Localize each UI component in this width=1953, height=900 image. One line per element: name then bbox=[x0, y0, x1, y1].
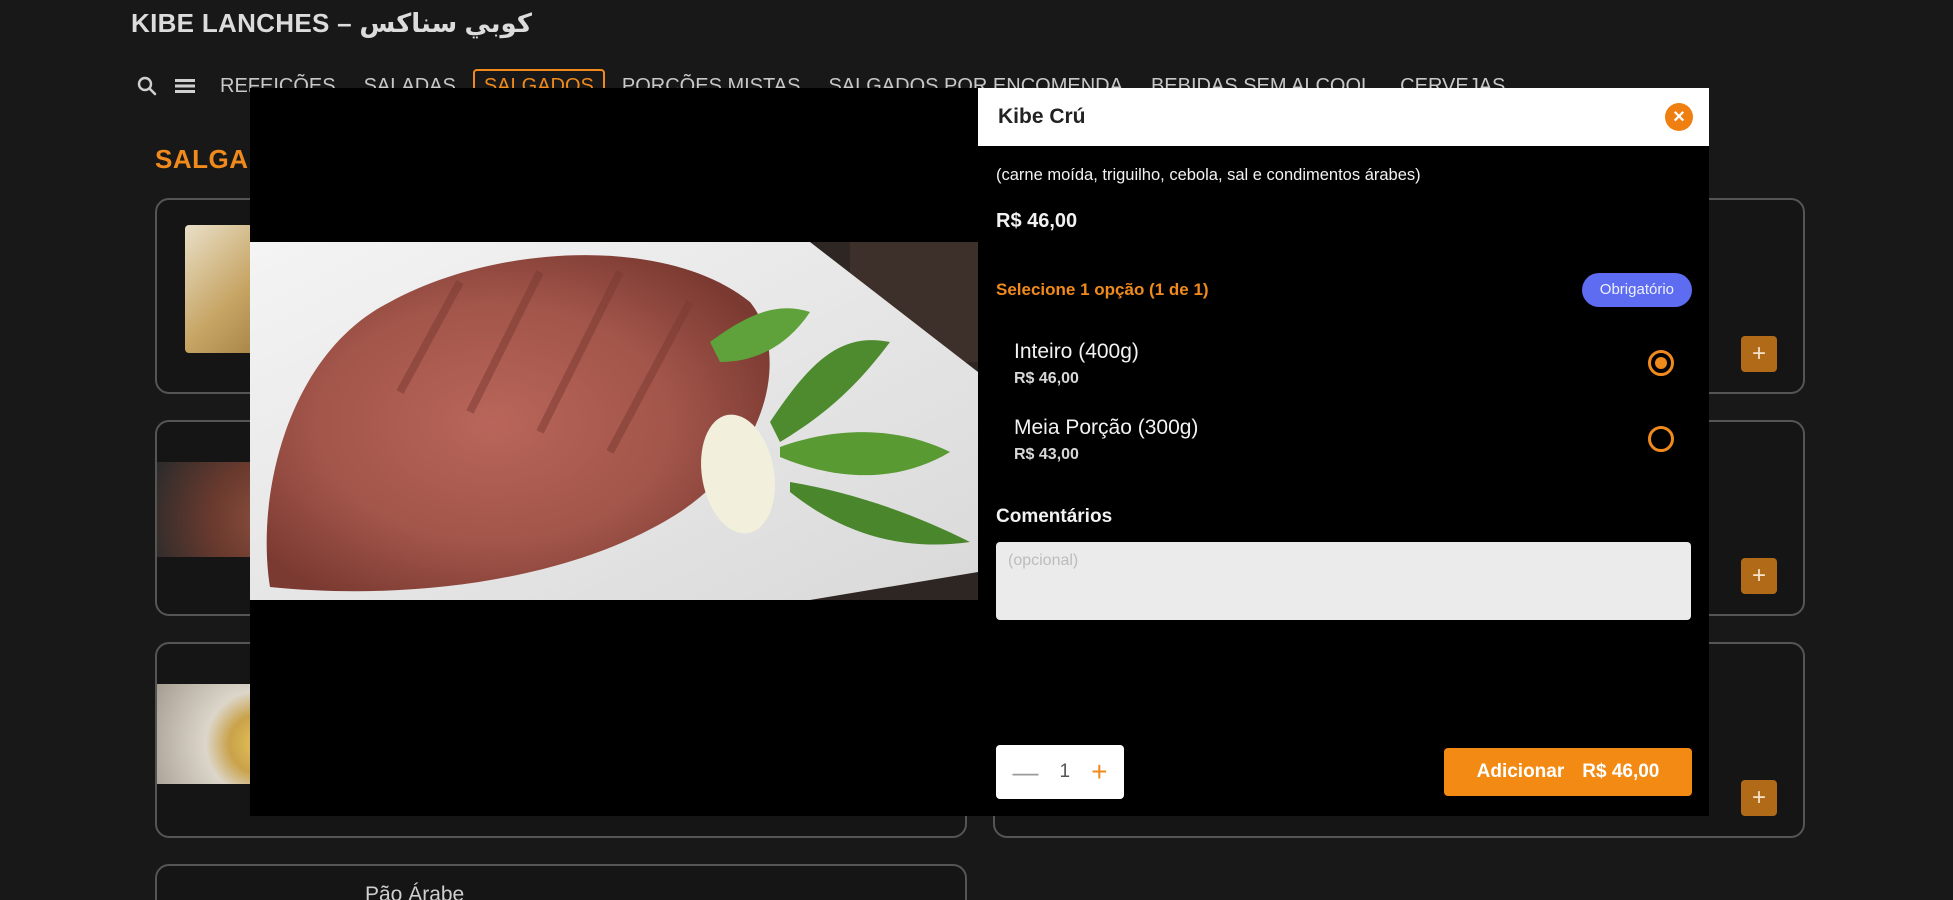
options-title: Selecione 1 opção (1 de 1) bbox=[996, 280, 1209, 299]
radio-selected-icon[interactable] bbox=[1648, 350, 1674, 376]
product-name: Pão Árabe bbox=[365, 883, 465, 900]
page: KIBE LANCHES – كوبي سناكس REFEIÇÕES SALA… bbox=[0, 0, 1953, 900]
add-to-cart-button[interactable]: Adicionar R$ 46,00 bbox=[1444, 748, 1692, 796]
add-item-button[interactable]: + bbox=[1741, 558, 1777, 594]
brand-title: KIBE LANCHES – كوبي سناكس bbox=[131, 8, 532, 38]
option-meia-porcao[interactable]: Meia Porção (300g) R$ 43,00 bbox=[1014, 416, 1674, 472]
product-price: R$ 46,00 bbox=[996, 210, 1078, 232]
product-image-panel bbox=[250, 88, 978, 816]
product-modal: Kibe Crú × (carne moída, triguilho, cebo… bbox=[978, 88, 1709, 816]
modal-title: Kibe Crú bbox=[998, 105, 1086, 128]
section-title: SALGA bbox=[155, 144, 249, 174]
close-icon[interactable]: × bbox=[1665, 103, 1693, 131]
option-name: Inteiro (400g) bbox=[1014, 340, 1139, 363]
search-icon[interactable] bbox=[133, 72, 161, 100]
comments-input[interactable] bbox=[996, 542, 1691, 620]
menu-list-icon[interactable] bbox=[171, 72, 199, 100]
plus-icon[interactable]: + bbox=[1091, 758, 1107, 786]
option-name: Meia Porção (300g) bbox=[1014, 416, 1199, 439]
minus-icon[interactable]: — bbox=[1013, 759, 1039, 785]
option-price: R$ 43,00 bbox=[1014, 446, 1079, 463]
quantity-value: 1 bbox=[1059, 761, 1071, 782]
option-inteiro[interactable]: Inteiro (400g) R$ 46,00 bbox=[1014, 340, 1674, 396]
product-photo bbox=[250, 242, 978, 600]
product-description: (carne moída, triguilho, cebola, sal e c… bbox=[996, 166, 1421, 184]
option-price: R$ 46,00 bbox=[1014, 370, 1079, 387]
add-item-button[interactable]: + bbox=[1741, 780, 1777, 816]
comments-label: Comentários bbox=[996, 506, 1113, 527]
add-item-button[interactable]: + bbox=[1741, 336, 1777, 372]
required-badge: Obrigatório bbox=[1581, 273, 1692, 307]
add-button-price: R$ 46,00 bbox=[1582, 761, 1660, 782]
quantity-stepper: — 1 + bbox=[996, 745, 1124, 799]
add-button-label: Adicionar bbox=[1476, 761, 1565, 782]
radio-unselected-icon[interactable] bbox=[1648, 426, 1674, 452]
modal-header: Kibe Crú × bbox=[978, 88, 1709, 146]
product-card[interactable] bbox=[155, 864, 967, 900]
